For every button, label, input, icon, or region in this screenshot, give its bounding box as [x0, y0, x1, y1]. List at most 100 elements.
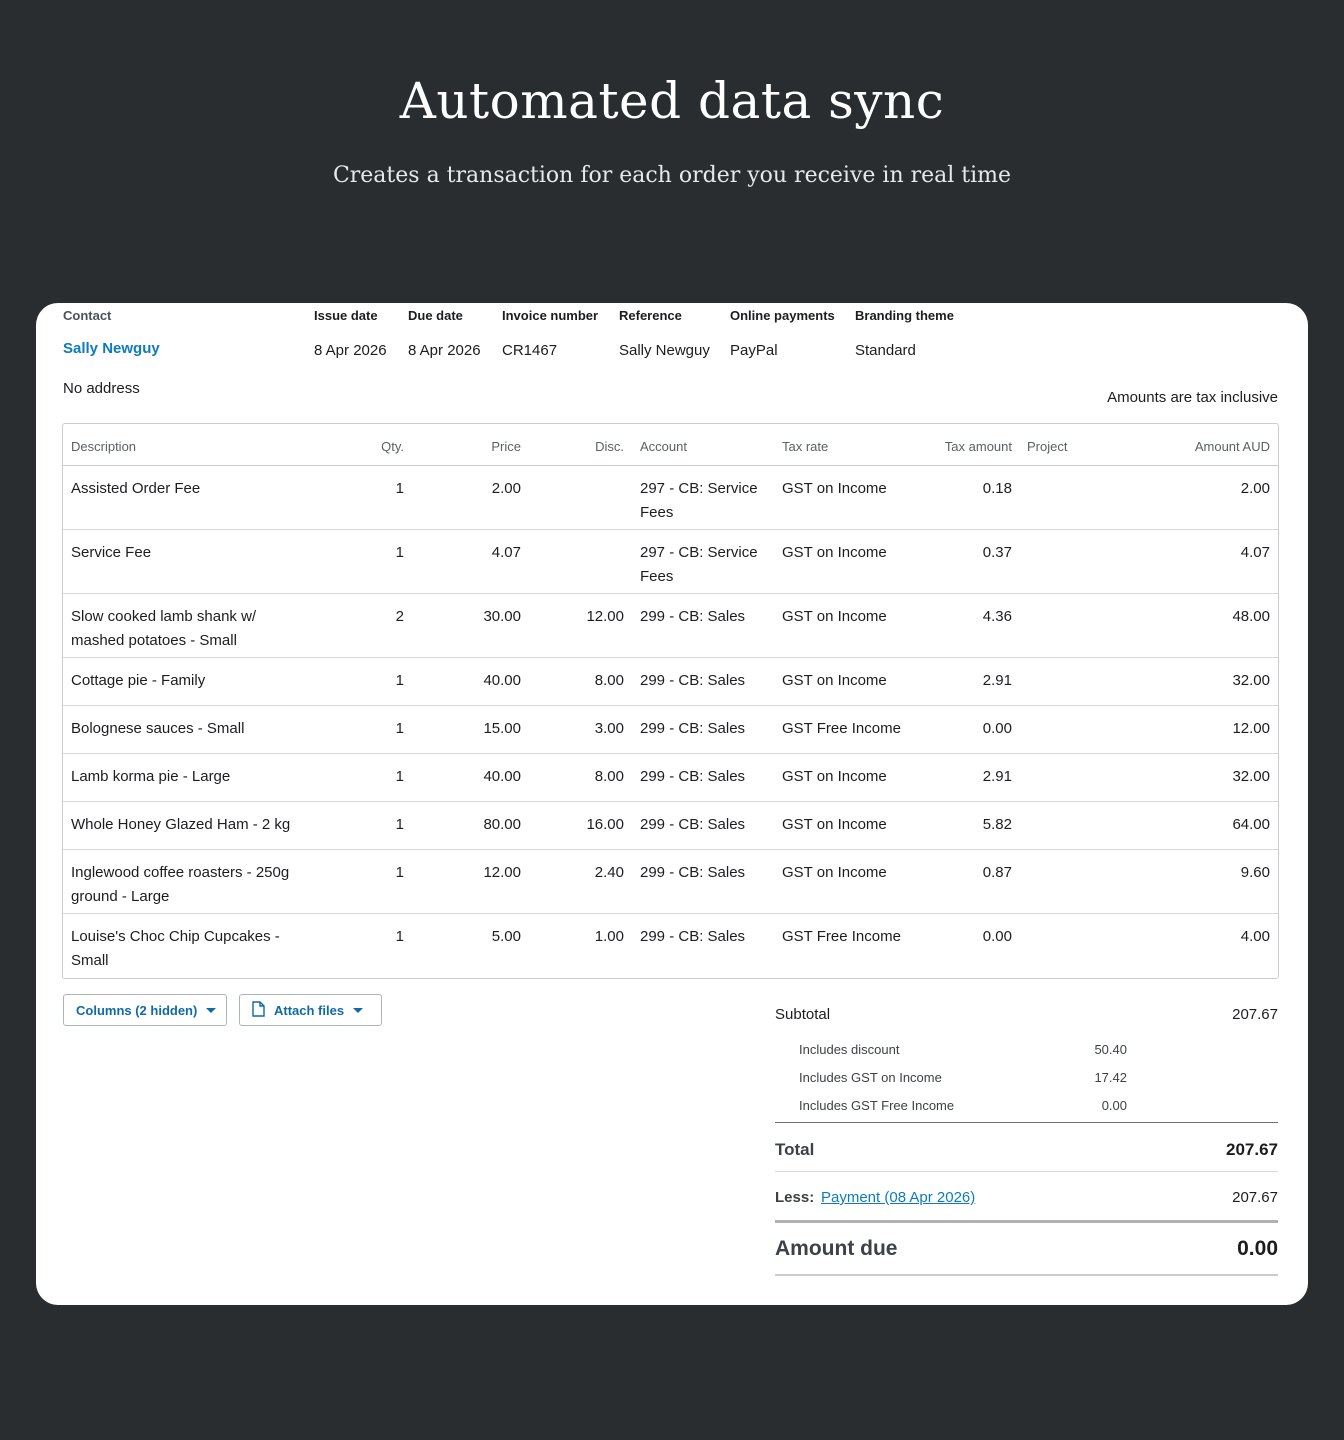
tax-amount-cell: 0.18 [982, 480, 1012, 497]
account-cell: 299 - CB: Sales [640, 816, 746, 833]
amount-cell: 32.00 [1232, 672, 1270, 689]
tax-rate-cell: GST on Income [782, 608, 887, 625]
qty-cell: 1 [395, 544, 404, 561]
description-cell: Assisted Order Fee [71, 480, 201, 497]
description-cell: Inglewood coffee roasters - 250g [71, 864, 290, 881]
qty-cell: 2 [395, 608, 404, 625]
amount-cell: 12.00 [1232, 720, 1270, 737]
account-cell: 299 - CB: Sales [640, 928, 746, 945]
description-cell: Bolognese sauces - Small [71, 720, 245, 737]
issue-date-label: Issue date [314, 308, 378, 323]
disc-cell: 2.40 [594, 864, 624, 881]
table-row[interactable]: Assisted Order Fee 1 2.00 297 - CB: Service… [63, 466, 1278, 530]
amount-cell: 64.00 [1232, 816, 1270, 833]
hero-title: Automated data sync [399, 72, 945, 130]
contact-name-link[interactable]: Sally Newguy [63, 340, 160, 357]
reference-label: Reference [619, 308, 682, 323]
chevron-down-icon [206, 1007, 217, 1013]
invoice-card: Contact Issue date Due date Invoice numb… [36, 303, 1308, 1305]
description-cell-line2: mashed potatoes - Small [71, 632, 237, 649]
description-cell: Whole Honey Glazed Ham - 2 kg [71, 816, 291, 833]
qty-cell: 1 [395, 928, 404, 945]
account-cell-line2: Fees [640, 504, 674, 521]
line-items-table: Description Qty. Price Disc. Account Tax… [62, 423, 1279, 979]
divider [775, 1274, 1278, 1276]
description-cell: Louise's Choc Chip Cupcakes - [71, 928, 280, 945]
tax-amount-cell: 0.00 [982, 928, 1012, 945]
price-cell: 2.00 [491, 480, 521, 497]
header-qty: Qty. [381, 439, 404, 454]
tax-amount-cell: 0.37 [982, 544, 1012, 561]
tax-rate-cell: GST on Income [782, 816, 887, 833]
disc-cell: 8.00 [594, 768, 624, 785]
description-cell: Cottage pie - Family [71, 672, 206, 689]
account-cell-line2: Fees [640, 568, 674, 585]
due-date-label: Due date [408, 308, 463, 323]
contact-label: Contact [63, 308, 112, 323]
table-row[interactable]: Slow cooked lamb shank w/mashed potatoes… [63, 594, 1278, 658]
tax-amount-cell: 0.00 [982, 720, 1012, 737]
gst-value: 17.42 [1094, 1070, 1127, 1085]
table-row[interactable]: Cottage pie - Family 1 40.00 8.00 299 - CB: … [63, 658, 1278, 706]
tax-inclusive-note: Amounts are tax inclusive [1107, 389, 1278, 406]
attach-files-label: Attach files [274, 1002, 345, 1018]
header-project: Project [1027, 439, 1068, 454]
disc-cell: 1.00 [594, 928, 624, 945]
price-cell: 12.00 [483, 864, 521, 881]
discount-value: 50.40 [1094, 1042, 1127, 1057]
disc-cell: 16.00 [586, 816, 624, 833]
header-account: Account [640, 439, 687, 454]
price-cell: 40.00 [483, 768, 521, 785]
tax-amount-cell: 4.36 [982, 608, 1012, 625]
issue-date-value: 8 Apr 2026 [314, 342, 387, 359]
qty-cell: 1 [395, 672, 404, 689]
table-row[interactable]: Bolognese sauces - Small 1 15.00 3.00 299 - … [63, 706, 1278, 754]
gst-label: Includes GST on Income [799, 1070, 942, 1085]
tax-rate-cell: GST on Income [782, 672, 887, 689]
table-row[interactable]: Louise's Choc Chip Cupcakes - Small 1 5.00 1… [63, 914, 1278, 978]
qty-cell: 1 [395, 768, 404, 785]
attach-files-button[interactable]: Attach files [239, 994, 382, 1026]
discount-label: Includes discount [799, 1042, 900, 1057]
invoice-number-value: CR1467 [502, 342, 558, 359]
price-cell: 30.00 [483, 608, 521, 625]
tax-rate-cell: GST on Income [782, 864, 887, 881]
amount-cell: 48.00 [1232, 608, 1270, 625]
invoice-number-label: Invoice number [502, 308, 599, 323]
columns-button[interactable]: Columns (2 hidden) [63, 994, 227, 1026]
branding-theme-label: Branding theme [855, 308, 954, 323]
table-row[interactable]: Service Fee 1 4.07 297 - CB: Service Fees GST… [63, 530, 1278, 594]
header-amount: Amount AUD [1194, 439, 1270, 454]
price-cell: 80.00 [483, 816, 521, 833]
price-cell: 40.00 [483, 672, 521, 689]
gst-free-label: Includes GST Free Income [799, 1098, 955, 1113]
description-cell-line2: Small [71, 952, 109, 969]
header-price: Price [491, 439, 521, 454]
online-payments-value: PayPal [730, 342, 778, 359]
table-row[interactable]: Lamb korma pie - Large 1 40.00 8.00 299 - CB… [63, 754, 1278, 802]
gst-free-value: 0.00 [1101, 1098, 1127, 1113]
header-disc: Disc. [595, 439, 624, 454]
tax-rate-cell: GST Free Income [782, 720, 901, 737]
table-row[interactable]: Inglewood coffee roasters - 250g ground -… [63, 850, 1278, 914]
tax-amount-cell: 2.91 [982, 672, 1012, 689]
address-text: No address [63, 380, 140, 397]
divider [775, 1171, 1278, 1172]
tax-rate-cell: GST on Income [782, 544, 887, 561]
price-cell: 4.07 [491, 544, 521, 561]
account-cell: 299 - CB: Sales [640, 864, 746, 881]
description-cell: Service Fee [71, 544, 152, 561]
table-header: Description Qty. Price Disc. Account Tax… [63, 424, 1278, 466]
header-tax-amount: Tax amount [944, 439, 1012, 454]
table-row[interactable]: Whole Honey Glazed Ham - 2 kg 1 80.00 16.00… [63, 802, 1278, 850]
account-cell: 297 - CB: Service [640, 480, 758, 497]
total-value: 207.67 [1226, 1140, 1278, 1159]
tax-amount-cell: 2.91 [982, 768, 1012, 785]
payment-link[interactable]: Payment (08 Apr 2026) [821, 1189, 975, 1206]
price-cell: 5.00 [491, 928, 521, 945]
amount-cell: 4.07 [1240, 544, 1270, 561]
branding-theme-value: Standard [855, 342, 916, 359]
table-body: Assisted Order Fee 1 2.00 297 - CB: Service… [63, 466, 1278, 978]
amount-cell: 32.00 [1232, 768, 1270, 785]
price-cell: 15.00 [483, 720, 521, 737]
